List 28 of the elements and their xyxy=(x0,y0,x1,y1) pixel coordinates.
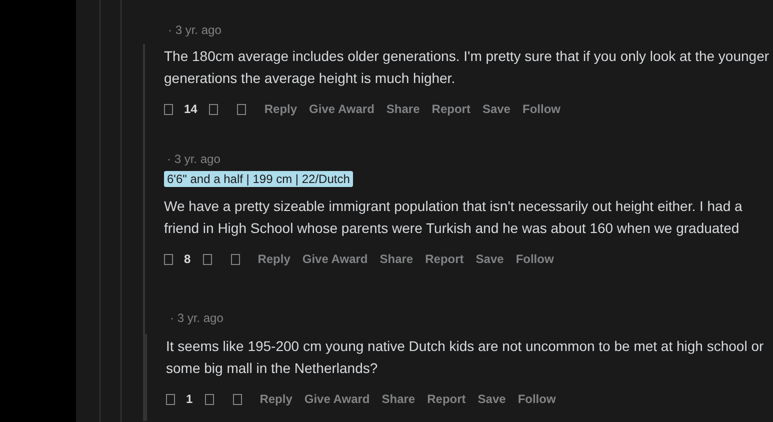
vote-count: 14 xyxy=(184,102,198,116)
action-button[interactable]: Save xyxy=(472,248,508,270)
action-button[interactable]: Save xyxy=(474,388,510,410)
action-button[interactable]: Reply xyxy=(254,248,294,270)
action-button[interactable]: Give Award xyxy=(300,388,374,410)
action-button[interactable]: Report xyxy=(421,248,468,270)
action-button[interactable]: Reply xyxy=(256,388,296,410)
comment-text: The 180cm average includes older generations. I'm pretty sure that if you only look at the younger generations the average height is much higher. xyxy=(164,47,770,88)
action-button[interactable]: Follow xyxy=(512,248,558,270)
action-button[interactable]: Share xyxy=(378,388,420,410)
action-button[interactable]: Share xyxy=(382,98,424,120)
comment-timestamp: · 3 yr. ago xyxy=(167,22,222,39)
action-button[interactable]: Save xyxy=(478,98,514,120)
vote-count: 1 xyxy=(186,392,193,406)
user-flair: 6'6" and a half | 199 cm | 22/Dutch xyxy=(164,171,353,187)
comment-text: We have a pretty sizeable immigrant population that isn't necessarily out height either. I had a friend in High School whose parents were Turkish and he was about 160 when we graduated xyxy=(164,197,744,238)
action-button[interactable]: Follow xyxy=(518,98,564,120)
action-button[interactable]: Share xyxy=(376,248,418,270)
action-button[interactable]: Report xyxy=(423,388,470,410)
action-button[interactable]: Reply xyxy=(260,98,302,120)
action-button[interactable]: Give Award xyxy=(298,248,372,270)
action-button[interactable]: Give Award xyxy=(305,98,378,120)
comment-timestamp: · 3 yr. ago xyxy=(166,151,222,168)
action-button[interactable]: Report xyxy=(428,98,474,120)
action-button[interactable]: Follow xyxy=(514,388,560,410)
vote-count: 8 xyxy=(184,252,191,266)
comment-text: It seems like 195-200 cm young native Dutch kids are not uncommon to be met at high school or some big mall in the Netherlands? xyxy=(166,337,765,378)
comment-timestamp: · 3 yr. ago xyxy=(169,310,224,327)
